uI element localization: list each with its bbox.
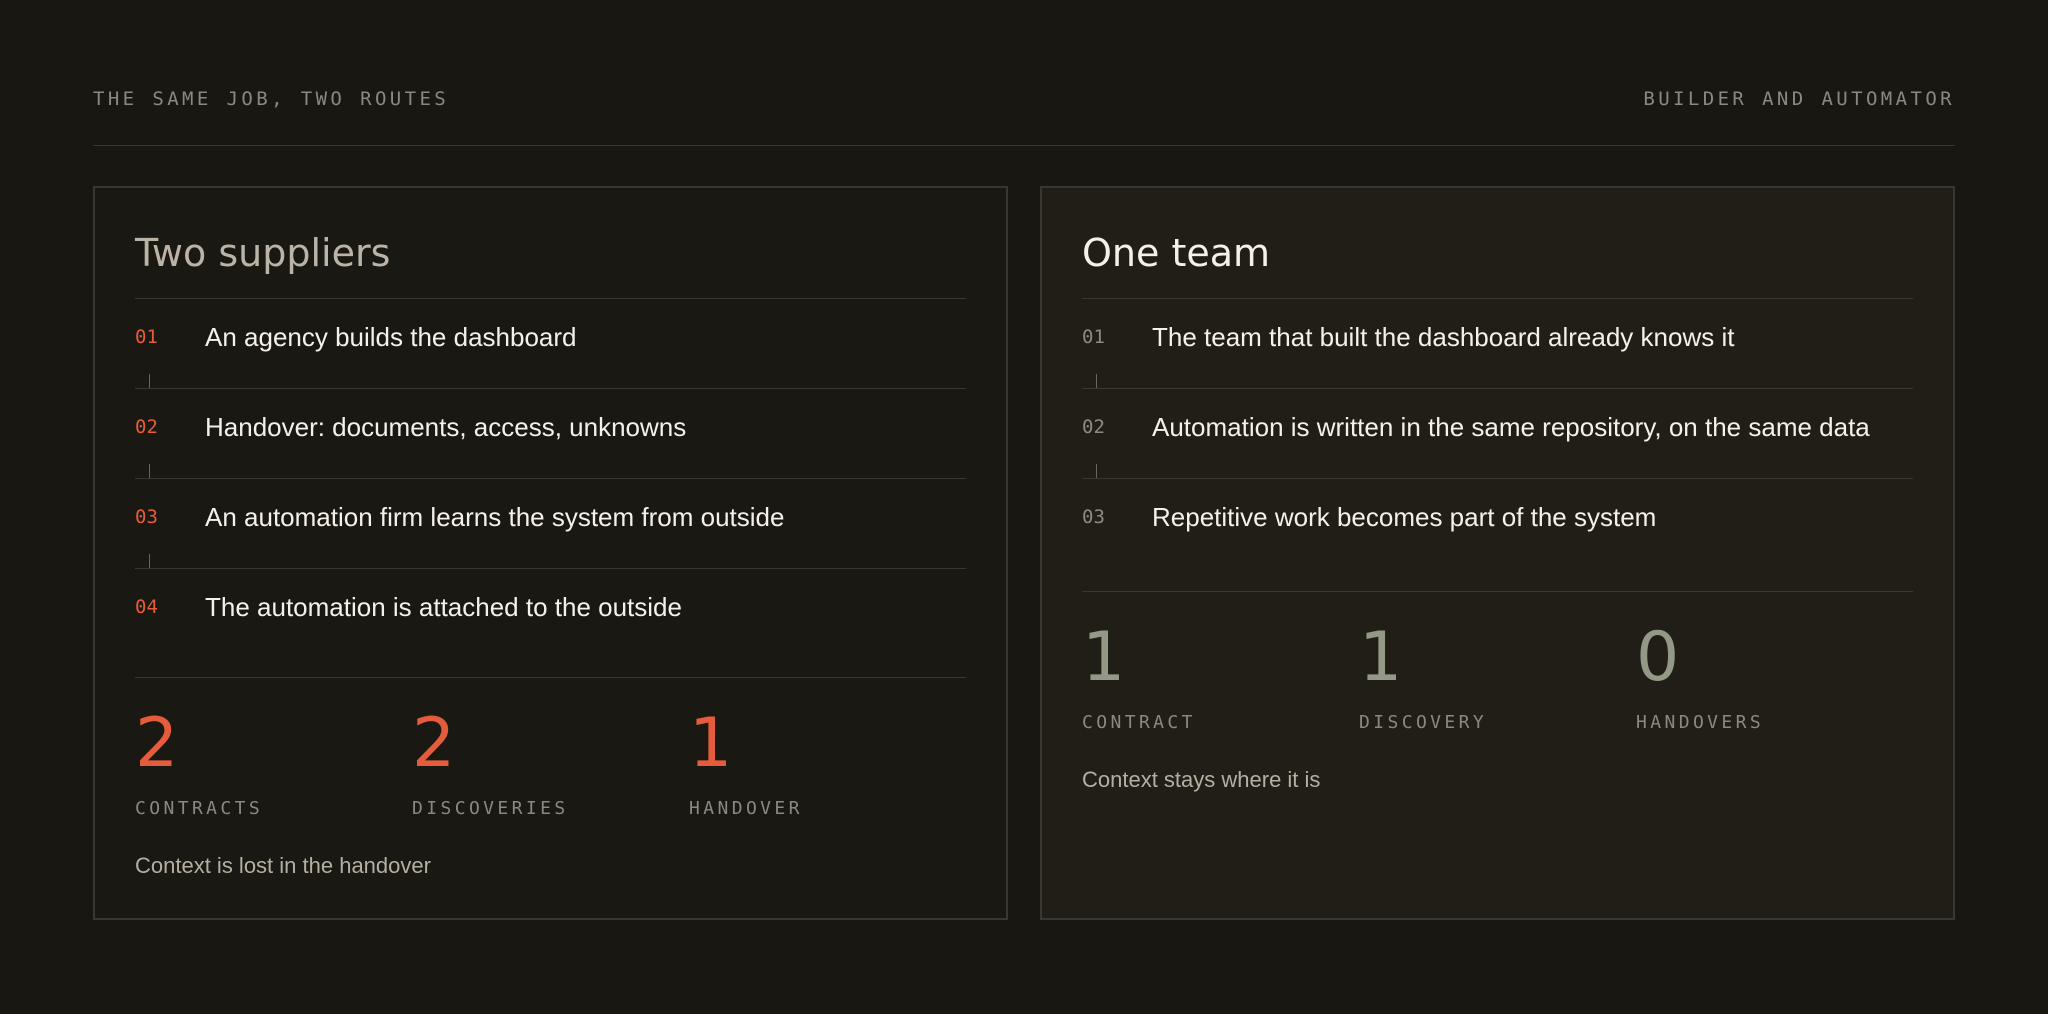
stat-label: DISCOVERY bbox=[1359, 712, 1488, 733]
connector-tick bbox=[149, 464, 150, 478]
panel-summary: Context stays where it is bbox=[1082, 767, 1321, 792]
stat-value: 1 bbox=[1359, 618, 1403, 697]
step-item: 03 An automation firm learns the system … bbox=[135, 479, 966, 569]
two-suppliers-panel: Two suppliers 01 An agency builds the da… bbox=[93, 186, 1008, 920]
header: THE SAME JOB, TWO ROUTES BUILDER AND AUT… bbox=[93, 88, 1955, 146]
panel-title: One team bbox=[1082, 228, 1913, 299]
step-item: 04 The automation is attached to the out… bbox=[135, 569, 966, 659]
step-list: 01 An agency builds the dashboard 02 Han… bbox=[135, 299, 966, 659]
step-item: 03 Repetitive work becomes part of the s… bbox=[1082, 479, 1913, 569]
step-text: The automation is attached to the outsid… bbox=[205, 592, 682, 622]
step-text: An automation firm learns the system fro… bbox=[205, 502, 785, 532]
stat-handovers: 0 HANDOVERS bbox=[1636, 618, 1913, 734]
stat-label: CONTRACTS bbox=[135, 798, 264, 819]
header-left-label: THE SAME JOB, TWO ROUTES bbox=[93, 88, 450, 110]
stat-discoveries: 2 DISCOVERIES bbox=[412, 704, 689, 820]
stat-value: 0 bbox=[1636, 618, 1680, 697]
step-number: 03 bbox=[135, 506, 158, 528]
step-number: 04 bbox=[135, 596, 158, 618]
step-number: 01 bbox=[135, 326, 158, 348]
step-text: Repetitive work becomes part of the syst… bbox=[1152, 502, 1657, 532]
header-right-label: BUILDER AND AUTOMATOR bbox=[1643, 88, 1955, 110]
stats-row: 1 CONTRACT 1 DISCOVERY 0 HANDOVERS bbox=[1082, 592, 1913, 734]
step-item: 01 An agency builds the dashboard bbox=[135, 299, 966, 389]
stat-handover: 1 HANDOVER bbox=[689, 704, 966, 820]
stat-contracts: 2 CONTRACTS bbox=[135, 704, 412, 820]
step-list: 01 The team that built the dashboard alr… bbox=[1082, 299, 1913, 569]
one-team-panel: One team 01 The team that built the dash… bbox=[1040, 186, 1955, 920]
step-item: 01 The team that built the dashboard alr… bbox=[1082, 299, 1913, 389]
step-number: 02 bbox=[135, 416, 158, 438]
step-text: Automation is written in the same reposi… bbox=[1152, 412, 1870, 442]
page: THE SAME JOB, TWO ROUTES BUILDER AND AUT… bbox=[0, 0, 2048, 1014]
panel-title: Two suppliers bbox=[135, 228, 966, 299]
step-number: 02 bbox=[1082, 416, 1105, 438]
step-text: Handover: documents, access, unknowns bbox=[205, 412, 687, 442]
stat-contract: 1 CONTRACT bbox=[1082, 618, 1359, 734]
stat-label: HANDOVER bbox=[689, 798, 803, 819]
connector-tick bbox=[1096, 464, 1097, 478]
step-text: An agency builds the dashboard bbox=[205, 322, 577, 352]
stat-value: 1 bbox=[1082, 618, 1126, 697]
stat-label: HANDOVERS bbox=[1636, 712, 1765, 733]
step-item: 02 Automation is written in the same rep… bbox=[1082, 389, 1913, 479]
stats-row: 2 CONTRACTS 2 DISCOVERIES 1 HANDOVER bbox=[135, 678, 966, 820]
stat-value: 2 bbox=[412, 704, 456, 783]
panel-summary: Context is lost in the handover bbox=[135, 853, 431, 878]
step-number: 01 bbox=[1082, 326, 1105, 348]
step-item: 02 Handover: documents, access, unknowns bbox=[135, 389, 966, 479]
stat-value: 1 bbox=[689, 704, 733, 783]
stat-label: CONTRACT bbox=[1082, 712, 1196, 733]
connector-tick bbox=[1096, 374, 1097, 388]
connector-tick bbox=[149, 374, 150, 388]
connector-tick bbox=[149, 554, 150, 568]
stat-value: 2 bbox=[135, 704, 179, 783]
stat-label: DISCOVERIES bbox=[412, 798, 569, 819]
step-number: 03 bbox=[1082, 506, 1105, 528]
step-text: The team that built the dashboard alread… bbox=[1152, 322, 1735, 352]
stat-discovery: 1 DISCOVERY bbox=[1359, 618, 1636, 734]
